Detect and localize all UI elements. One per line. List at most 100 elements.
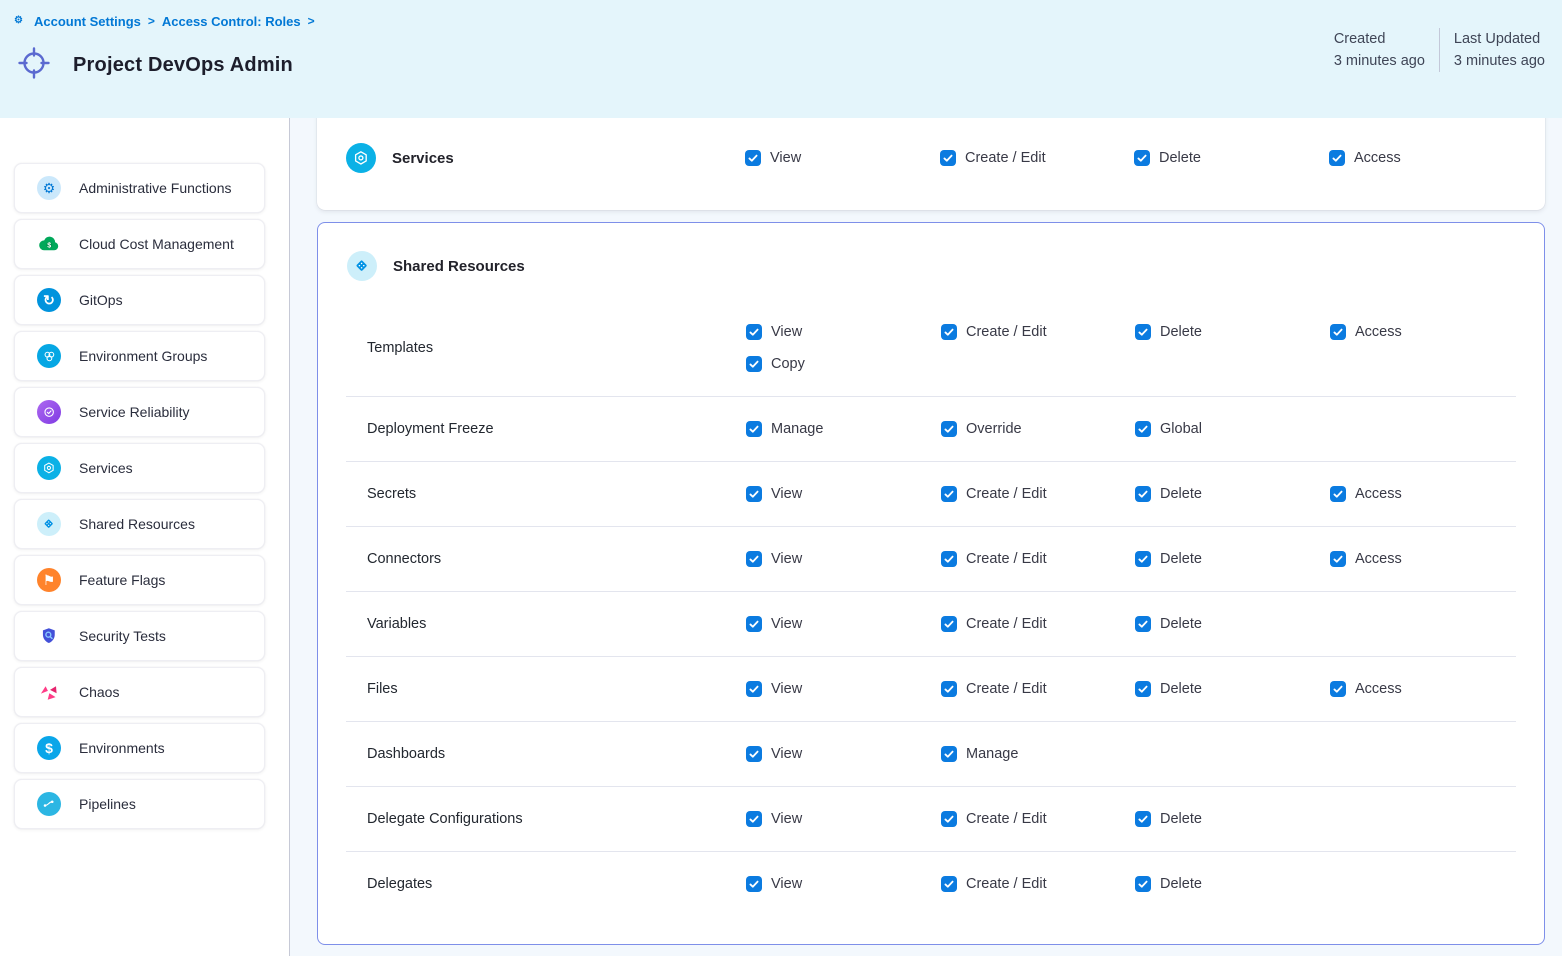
copy-checkbox[interactable] bbox=[746, 356, 762, 372]
view-checkbox[interactable] bbox=[746, 681, 762, 697]
view-checkbox[interactable] bbox=[746, 486, 762, 502]
permission-label: Delete bbox=[1160, 616, 1202, 632]
permission-label: View bbox=[771, 324, 802, 340]
breadcrumb-link-access-control-roles[interactable]: Access Control: Roles bbox=[162, 14, 301, 29]
permission-label: Access bbox=[1355, 324, 1402, 340]
sidebar-item-gitops[interactable]: ↻GitOps bbox=[14, 275, 265, 325]
create-edit-checkbox[interactable] bbox=[941, 876, 957, 892]
admin-gear-icon: ⚙ bbox=[37, 176, 61, 200]
sidebar-item-shared-resources[interactable]: Shared Resources bbox=[14, 499, 265, 549]
manage-checkbox[interactable] bbox=[941, 746, 957, 762]
create-edit-checkbox[interactable] bbox=[941, 681, 957, 697]
access-checkbox[interactable] bbox=[1330, 551, 1346, 567]
permission-label: View bbox=[771, 616, 802, 632]
sidebar-item-label: Cloud Cost Management bbox=[79, 236, 234, 252]
delete-checkbox[interactable] bbox=[1135, 616, 1151, 632]
delete-checkbox[interactable] bbox=[1134, 150, 1150, 166]
permission-override: Override bbox=[941, 421, 1135, 437]
permission-copy: Copy bbox=[746, 356, 941, 372]
view-checkbox[interactable] bbox=[745, 150, 761, 166]
permission-line: ViewCreate / EditDelete bbox=[746, 803, 1516, 835]
create-edit-checkbox[interactable] bbox=[941, 811, 957, 827]
breadcrumb-link-account-settings[interactable]: Account Settings bbox=[34, 14, 141, 29]
sidebar-item-pipelines[interactable]: Pipelines bbox=[14, 779, 265, 829]
permission-label: Global bbox=[1160, 421, 1202, 437]
sidebar-item-label: Service Reliability bbox=[79, 404, 189, 420]
permission-label: Copy bbox=[771, 356, 805, 372]
shared-resources-permissions-card: Shared Resources TemplatesViewCreate / E… bbox=[317, 222, 1545, 945]
sidebar-item-label: Environment Groups bbox=[79, 348, 207, 364]
create-edit-checkbox[interactable] bbox=[941, 551, 957, 567]
permission-line: ViewCreate / EditDeleteAccess bbox=[746, 543, 1516, 575]
create-edit-checkbox[interactable] bbox=[941, 486, 957, 502]
services-permissions-card: Services ViewCreate / EditDeleteAccess bbox=[317, 118, 1545, 210]
permission-row-files: FilesViewCreate / EditDeleteAccess bbox=[346, 657, 1516, 722]
permission-label: View bbox=[771, 486, 802, 502]
global-checkbox[interactable] bbox=[1135, 421, 1151, 437]
last-updated-label: Last Updated bbox=[1454, 28, 1545, 50]
delete-checkbox[interactable] bbox=[1135, 811, 1151, 827]
view-checkbox[interactable] bbox=[746, 551, 762, 567]
create-edit-checkbox[interactable] bbox=[941, 616, 957, 632]
view-checkbox[interactable] bbox=[746, 324, 762, 340]
sidebar-item-environment-groups[interactable]: Environment Groups bbox=[14, 331, 265, 381]
permission-line: Copy bbox=[746, 348, 1516, 380]
permission-row-variables: VariablesViewCreate / EditDelete bbox=[346, 592, 1516, 657]
permission-create-edit: Create / Edit bbox=[941, 324, 1135, 340]
permission-label: Override bbox=[966, 421, 1022, 437]
view-checkbox[interactable] bbox=[746, 876, 762, 892]
permission-create-edit: Create / Edit bbox=[941, 551, 1135, 567]
permission-line: ViewCreate / EditDeleteAccess bbox=[746, 316, 1516, 348]
sidebar-item-administrative-functions[interactable]: ⚙Administrative Functions bbox=[14, 163, 265, 213]
sidebar-item-security-tests[interactable]: Security Tests bbox=[14, 611, 265, 661]
permission-access: Access bbox=[1329, 150, 1545, 166]
feature-flags-icon: ⚑ bbox=[37, 568, 61, 592]
permission-access: Access bbox=[1330, 551, 1516, 567]
permission-label: Delete bbox=[1159, 150, 1201, 166]
environments-icon: $ bbox=[37, 736, 61, 760]
delete-checkbox[interactable] bbox=[1135, 486, 1151, 502]
sidebar-item-services[interactable]: Services bbox=[14, 443, 265, 493]
create-edit-checkbox[interactable] bbox=[941, 324, 957, 340]
permission-create-edit: Create / Edit bbox=[941, 811, 1135, 827]
view-checkbox[interactable] bbox=[746, 616, 762, 632]
delete-checkbox[interactable] bbox=[1135, 876, 1151, 892]
view-checkbox[interactable] bbox=[746, 746, 762, 762]
permission-label: Delete bbox=[1160, 811, 1202, 827]
sidebar-item-environments[interactable]: $Environments bbox=[14, 723, 265, 773]
permission-label: Create / Edit bbox=[966, 616, 1047, 632]
delete-checkbox[interactable] bbox=[1135, 551, 1151, 567]
resource-label: Secrets bbox=[346, 478, 746, 510]
access-checkbox[interactable] bbox=[1330, 681, 1346, 697]
permission-label: Delete bbox=[1160, 681, 1202, 697]
access-checkbox[interactable] bbox=[1330, 486, 1346, 502]
target-icon bbox=[15, 44, 53, 82]
delete-checkbox[interactable] bbox=[1135, 681, 1151, 697]
permission-lines: ManageOverrideGlobal bbox=[746, 413, 1516, 445]
shared-resources-card-title: Shared Resources bbox=[393, 258, 525, 275]
permission-lines: ViewCreate / EditDelete bbox=[746, 868, 1516, 900]
security-tests-icon bbox=[37, 624, 61, 648]
permission-line: View Create / Edit Delete bbox=[746, 608, 1516, 640]
shared-resources-icon bbox=[37, 512, 61, 536]
override-checkbox[interactable] bbox=[941, 421, 957, 437]
resource-label: Dashboards bbox=[346, 738, 746, 770]
pipelines-icon bbox=[37, 792, 61, 816]
manage-checkbox[interactable] bbox=[746, 421, 762, 437]
permission-view: View bbox=[746, 876, 941, 892]
view-checkbox[interactable] bbox=[746, 811, 762, 827]
delete-checkbox[interactable] bbox=[1135, 324, 1151, 340]
create-edit-checkbox[interactable] bbox=[940, 150, 956, 166]
access-checkbox[interactable] bbox=[1330, 324, 1346, 340]
sidebar-item-chaos[interactable]: Chaos bbox=[14, 667, 265, 717]
sidebar-item-cloud-cost-management[interactable]: $Cloud Cost Management bbox=[14, 219, 265, 269]
permission-line: ViewManage bbox=[746, 738, 1516, 770]
permission-line: ViewCreate / EditDelete bbox=[746, 868, 1516, 900]
permission-delete: Delete bbox=[1135, 681, 1330, 697]
access-checkbox[interactable] bbox=[1329, 150, 1345, 166]
permission-access: Access bbox=[1330, 486, 1516, 502]
sidebar-item-label: Shared Resources bbox=[79, 516, 195, 532]
sidebar-item-service-reliability[interactable]: Service Reliability bbox=[14, 387, 265, 437]
permission-label: Delete bbox=[1160, 551, 1202, 567]
sidebar-item-feature-flags[interactable]: ⚑Feature Flags bbox=[14, 555, 265, 605]
